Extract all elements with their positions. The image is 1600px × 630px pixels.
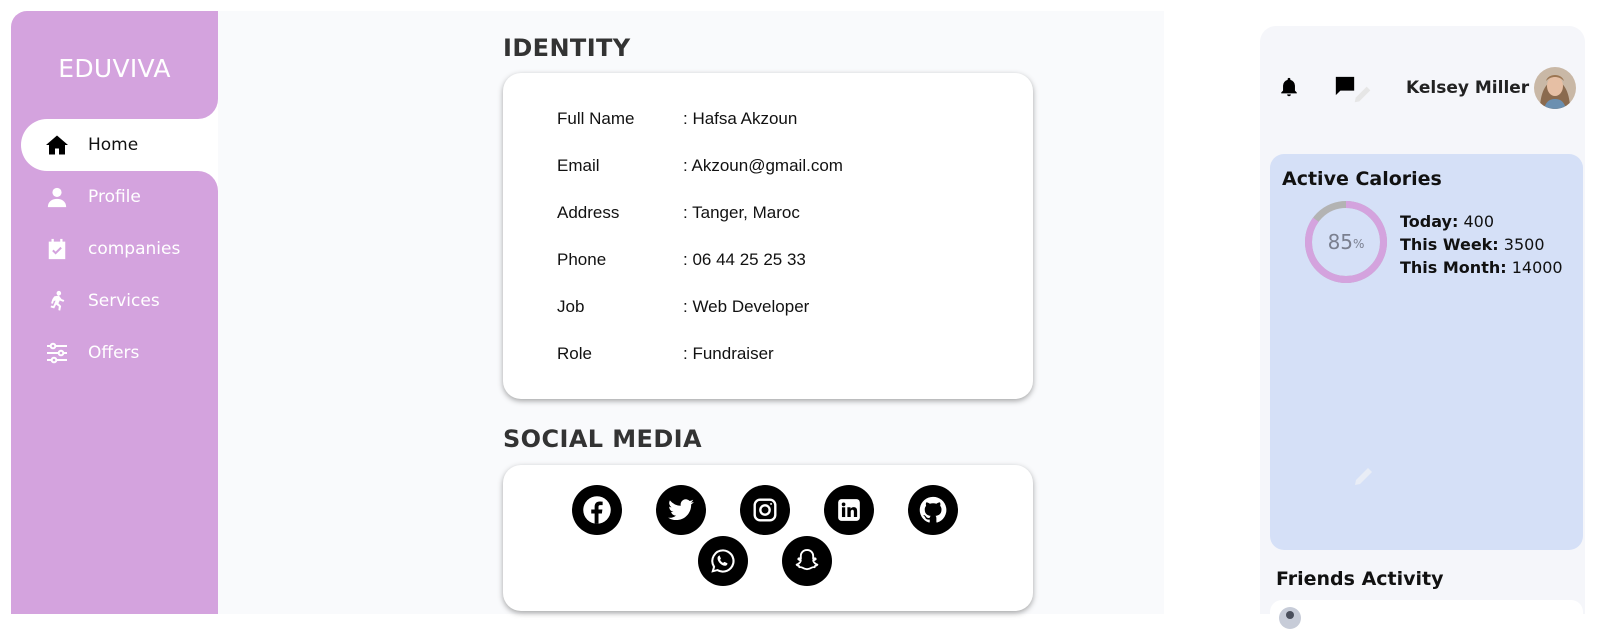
identity-row-label: Phone [557,250,607,269]
sidebar-item-home[interactable]: Home [21,119,218,171]
calendar-check-icon [45,237,69,261]
brand-logo[interactable]: EDUVIVA [11,54,218,83]
snapchat-icon[interactable] [782,536,832,586]
runner-icon [45,289,69,313]
identity-row: Address : Tanger, Maroc [557,203,800,223]
calories-percent-value: 85 [1327,230,1354,254]
active-calories-title: Active Calories [1282,168,1442,190]
sidebar-item-label: Home [88,135,139,155]
calories-week-value: 3500 [1498,235,1545,254]
bell-icon[interactable] [1278,75,1300,104]
right-panel: Kelsey Miller Active Calories 85% Today:… [1260,26,1585,630]
identity-title: IDENTITY [503,34,631,62]
identity-row-label: Full Name [557,109,635,128]
social-media-title: SOCIAL MEDIA [503,425,702,453]
calories-today-label: Today: [1400,212,1459,231]
sidebar-item-offers[interactable]: Offers [21,327,218,379]
calories-percent-unit: % [1353,237,1365,251]
friends-activity-title: Friends Activity [1276,568,1444,590]
pencil-icon [1352,464,1376,493]
sidebar-item-label: Services [88,291,160,311]
friend-avatar [1279,607,1301,629]
facebook-icon[interactable] [572,485,622,535]
twitter-icon[interactable] [656,485,706,535]
sidebar-item-companies[interactable]: companies [21,223,218,275]
calories-today: Today: 400 [1400,210,1563,233]
sidebar-item-services[interactable]: Services [21,275,218,327]
sidebar-item-label: companies [88,239,181,259]
instagram-icon[interactable] [740,485,790,535]
sidebar-nav: Home Profile companies Services Offers [21,119,218,379]
sliders-icon [45,341,69,365]
identity-row-value: : 06 44 25 25 33 [683,250,806,269]
home-icon [45,133,69,157]
identity-row: Job : Web Developer [557,297,809,317]
whatsapp-icon[interactable] [698,536,748,586]
identity-row-value: : Hafsa Akzoun [683,109,798,128]
identity-row-label: Email [557,156,600,175]
calories-month-label: This Month: [1400,258,1507,277]
user-icon [45,185,69,209]
identity-row: Full Name : Hafsa Akzoun [557,109,797,129]
pencil-icon [1352,83,1374,110]
identity-row-value: : Tanger, Maroc [683,203,800,222]
identity-row: Phone : 06 44 25 25 33 [557,250,806,270]
identity-row-label: Job [557,297,585,316]
identity-card: Full Name : Hafsa Akzoun Email : Akzoun@… [503,73,1033,399]
user-name[interactable]: Kelsey Miller [1406,78,1529,98]
friend-activity-item[interactable] [1270,600,1583,630]
calories-month: This Month: 14000 [1400,256,1563,279]
social-media-card [503,465,1033,611]
identity-row-label: Role [557,344,592,363]
main-content: IDENTITY Full Name : Hafsa Akzoun Email … [218,11,1164,614]
sidebar-item-label: Profile [88,187,141,207]
identity-row: Email : Akzoun@gmail.com [557,156,843,176]
github-icon[interactable] [908,485,958,535]
linkedin-icon[interactable] [824,485,874,535]
identity-row-value: : Akzoun@gmail.com [683,156,843,175]
sidebar-item-label: Offers [88,343,140,363]
active-calories-card: Active Calories 85% Today: 400 This Week… [1270,154,1583,550]
calories-today-value: 400 [1458,212,1494,231]
avatar[interactable] [1534,67,1576,109]
sidebar-item-profile[interactable]: Profile [21,171,218,223]
sidebar: EDUVIVA Home Profile companies Services [11,11,218,614]
calories-month-value: 14000 [1506,258,1563,277]
identity-row: Role : Fundraiser [557,344,774,364]
identity-row-value: : Fundraiser [683,344,774,363]
calories-week-label: This Week: [1400,235,1499,254]
calories-week: This Week: 3500 [1400,233,1563,256]
calories-percent: 85% [1304,200,1388,284]
calories-stats: Today: 400 This Week: 3500 This Month: 1… [1400,210,1563,279]
identity-row-value: : Web Developer [683,297,810,316]
identity-row-label: Address [557,203,620,222]
